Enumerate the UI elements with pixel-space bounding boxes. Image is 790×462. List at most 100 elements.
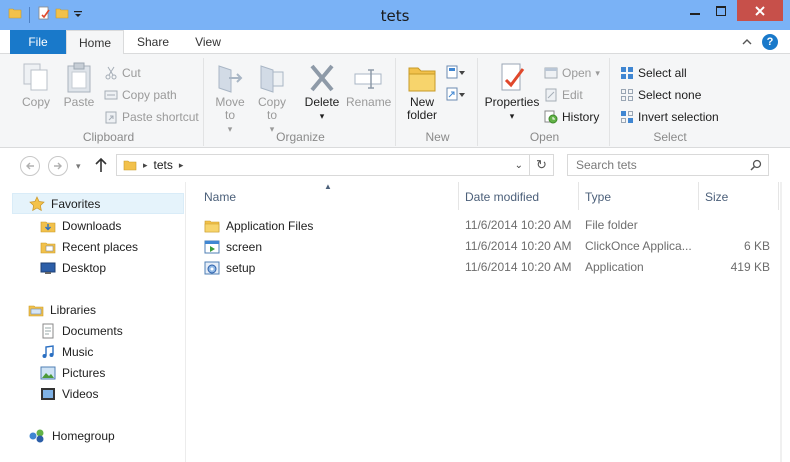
tab-home[interactable]: Home [66,30,124,55]
select-none-label: Select none [638,88,702,102]
paste-button[interactable]: Paste [60,62,98,109]
new-folder-button[interactable]: New folder [402,62,442,122]
nav-desktop-label: Desktop [62,260,107,275]
folder-icon [123,160,137,171]
column-divider[interactable] [578,182,579,210]
maximize-button[interactable] [708,0,734,21]
homegroup-icon [29,429,44,442]
file-size: 6 KB [743,239,770,253]
breadcrumb-chevron-icon[interactable]: ▸ [179,160,184,171]
history-icon [544,110,558,124]
nav-libraries[interactable]: Libraries [28,299,96,320]
breadcrumb-segment[interactable]: tets [154,158,173,172]
file-row[interactable]: Application Files 11/6/2014 10:20 AM Fil… [200,215,770,236]
documents-icon [42,323,54,338]
copy-path-icon [104,90,118,100]
properties-button[interactable]: Properties ▾ [482,62,542,123]
paste-shortcut-button[interactable]: Paste shortcut [104,110,199,124]
minimize-button[interactable] [681,0,708,21]
delete-label: Delete [304,95,340,109]
nav-music[interactable]: Music [40,341,93,362]
search-icon[interactable] [750,155,762,177]
file-row[interactable]: setup 11/6/2014 10:20 AM Application 419… [200,257,770,278]
cut-button[interactable]: Cut [104,66,141,80]
recent-places-icon [40,242,56,253]
open-button[interactable]: Open ▾ [544,66,600,80]
copy-path-button[interactable]: Copy path [104,88,177,102]
nav-downloads[interactable]: Downloads [40,215,121,236]
nav-recent-places[interactable]: Recent places [40,236,138,257]
help-icon[interactable]: ? [762,34,778,50]
move-to-icon [218,65,243,93]
nav-homegroup[interactable]: Homegroup [28,425,115,446]
paste-shortcut-icon [105,111,117,124]
history-label: History [562,110,600,124]
delete-button[interactable]: Delete ▾ [300,62,344,123]
sort-ascending-icon: ▲ [324,182,332,191]
file-row[interactable]: screen 11/6/2014 10:20 AM ClickOnce Appl… [200,236,770,257]
ribbon-home: Copy Paste Cut Copy path Paste shortcut … [0,54,790,148]
recent-locations-dropdown[interactable]: ▾ [76,161,81,172]
open-label: Open [562,66,592,80]
column-header-type[interactable]: Type [585,190,611,212]
nav-pictures[interactable]: Pictures [40,362,105,383]
clickonce-icon [204,240,220,253]
select-none-button[interactable]: Select none [620,88,701,102]
select-all-button[interactable]: Select all [620,66,687,80]
easy-access-button[interactable] [446,86,466,102]
close-button[interactable] [737,0,783,21]
nav-documents[interactable]: Documents [40,320,123,341]
open-icon [544,67,558,79]
new-group: New folder New [398,58,478,146]
column-divider[interactable] [778,182,779,210]
address-bar[interactable]: ▸ tets ▸ ⌄ [116,154,530,176]
refresh-icon: ↻ [536,157,547,172]
cut-label: Cut [122,66,141,80]
file-name: screen [226,239,263,254]
tab-share[interactable]: Share [126,30,180,54]
column-header-date-modified[interactable]: Date modified [465,190,539,212]
new-item-button[interactable] [446,64,466,80]
nav-downloads-label: Downloads [62,218,122,233]
up-button[interactable] [94,157,108,176]
column-header-size[interactable]: Size [705,190,728,212]
edit-icon [545,88,557,102]
minimize-icon [689,12,700,15]
clipboard-group: Copy Paste Cut Copy path Paste shortcut … [14,58,204,146]
column-header-name[interactable]: Name [204,190,236,212]
edit-button[interactable]: Edit [544,88,583,102]
nav-favorites[interactable]: Favorites [12,193,184,214]
copy-to-icon [260,65,284,93]
file-date: 11/6/2014 10:20 AM [465,260,572,274]
back-button[interactable] [20,156,40,176]
forward-button[interactable] [48,156,68,176]
collapse-ribbon-icon[interactable] [742,35,752,49]
tab-file[interactable]: File [10,30,66,54]
history-button[interactable]: History [544,110,599,124]
column-divider[interactable] [698,182,699,210]
address-row: ▾ ▸ tets ▸ ⌄ ↻ Search tets [0,148,790,182]
new-item-icon [446,65,465,79]
column-divider[interactable] [458,182,459,210]
file-name-cell: Application Files [204,215,313,236]
select-group: Select all Select none Invert selection … [612,58,728,146]
ribbon-tab-bar: File Home Share View ? [0,30,790,55]
file-date: 11/6/2014 10:20 AM [465,218,572,232]
edit-label: Edit [562,88,583,102]
invert-selection-button[interactable]: Invert selection [620,110,719,124]
address-history-dropdown-icon[interactable]: ⌄ [515,160,523,171]
nav-videos[interactable]: Videos [40,383,98,404]
move-to-button[interactable]: Move to ▾ [212,62,248,136]
nav-recent-places-label: Recent places [62,239,139,254]
refresh-button[interactable]: ↻ [530,154,554,176]
tab-view[interactable]: View [182,30,234,54]
file-type: File folder [585,218,638,232]
copy-button[interactable]: Copy [18,62,54,109]
scissors-icon [105,66,117,80]
search-input[interactable]: Search tets [567,154,769,176]
forward-arrow-icon [54,162,62,170]
copy-to-button[interactable]: Copy to ▾ [254,62,290,136]
nav-desktop[interactable]: Desktop [40,257,106,278]
rename-button[interactable]: Rename [346,62,391,109]
title-bar: tets [0,0,790,30]
